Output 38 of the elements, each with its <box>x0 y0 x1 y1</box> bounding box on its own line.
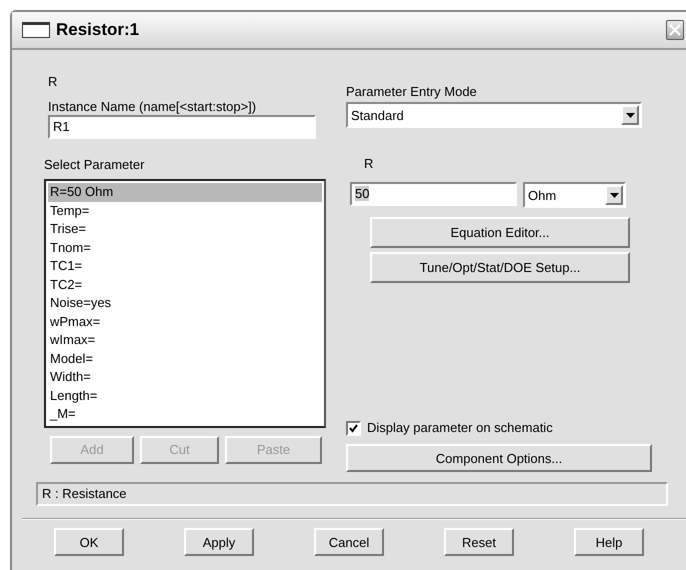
window-title: Resistor:1 <box>56 20 140 40</box>
dialog-button[interactable]: Help <box>574 528 644 556</box>
parameter-list-item[interactable]: wImax= <box>48 331 322 350</box>
parameter-list-item[interactable]: Temp= <box>48 202 322 220</box>
select-parameter-label: Select Parameter <box>44 157 146 173</box>
instance-name-label: Instance Name (name[<start:stop>]) <box>48 99 258 115</box>
entry-mode-label: Parameter Entry Mode <box>346 84 478 100</box>
status-field: R : Resistance <box>36 482 668 506</box>
display-checkbox-label: Display parameter on schematic <box>367 420 553 436</box>
parameter-list-item[interactable]: wPmax= <box>48 312 322 331</box>
parameter-list-item[interactable]: TC2= <box>48 276 322 294</box>
parameter-list-item[interactable]: R=50 Ohm <box>48 183 322 202</box>
dialog-button[interactable]: OK <box>54 528 124 556</box>
instance-name-field[interactable]: R1 <box>48 115 316 139</box>
display-checkbox[interactable] <box>346 420 361 436</box>
parameter-list-item[interactable]: Model= <box>48 350 322 368</box>
unit-dropdown[interactable]: Ohm <box>523 182 626 208</box>
parameter-list-item[interactable]: Trise= <box>48 220 322 238</box>
parameter-action-button[interactable]: Equation Editor... <box>370 217 630 248</box>
dialog-button[interactable]: Apply <box>184 528 254 556</box>
parameter-list-item[interactable]: _M= <box>48 405 322 424</box>
parameter-list-item[interactable]: Length= <box>48 386 322 405</box>
dialog-button[interactable]: Reset <box>444 528 514 556</box>
parameter-list-item[interactable]: Width= <box>48 368 322 386</box>
parameter-list-item[interactable]: Tnom= <box>48 238 322 257</box>
parameter-list-item[interactable]: Noise=yes <box>48 294 322 312</box>
window-icon <box>22 22 50 38</box>
parameter-label: R <box>364 156 374 172</box>
parameter-action-button[interactable]: Tune/Opt/Stat/DOE Setup... <box>370 252 630 283</box>
dropdown-arrow-icon <box>610 192 618 198</box>
dialog-button[interactable]: Cancel <box>314 528 384 556</box>
component-options-button[interactable]: Component Options... <box>346 444 652 472</box>
close-button[interactable] <box>666 20 684 40</box>
dropdown-arrow-icon <box>626 112 634 118</box>
parameter-value-field[interactable]: 50 <box>350 182 517 206</box>
parameter-list-item[interactable]: TC1= <box>48 257 322 276</box>
entry-mode-dropdown[interactable]: Standard <box>346 102 642 128</box>
component-label: R <box>48 74 58 90</box>
